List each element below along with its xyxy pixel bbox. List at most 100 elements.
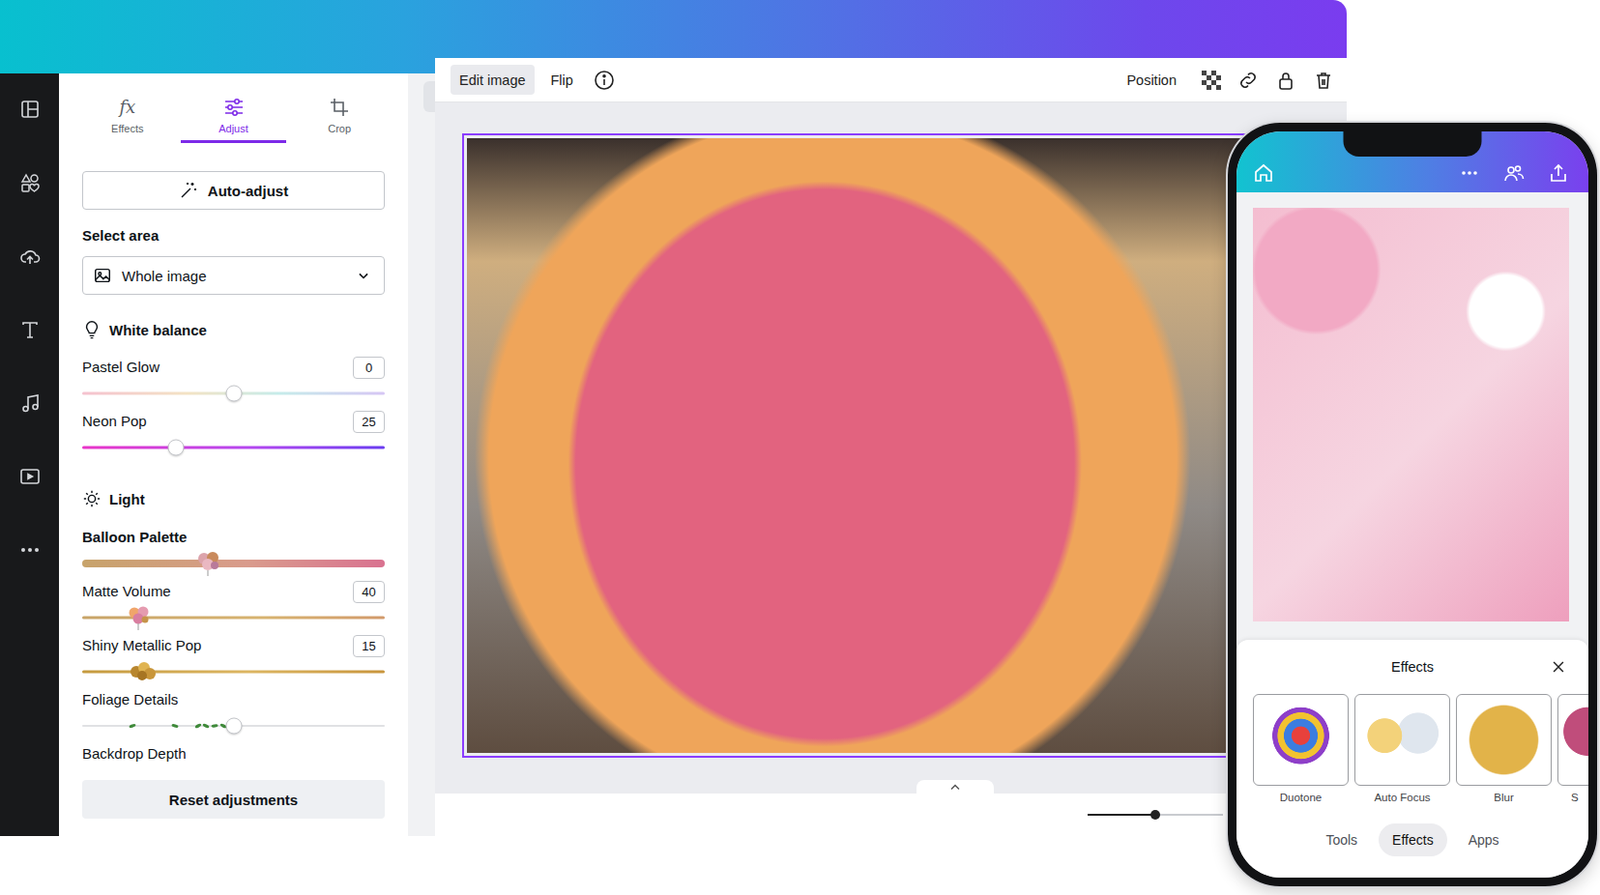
info-icon[interactable] xyxy=(593,69,615,91)
crop-icon[interactable] xyxy=(328,97,350,117)
phone-tab[interactable]: Effects xyxy=(1378,823,1448,857)
select-area-dropdown[interactable]: Whole image xyxy=(82,256,385,295)
slider-track[interactable] xyxy=(82,616,385,620)
slider[interactable] xyxy=(82,382,385,405)
position-button[interactable]: Position xyxy=(1117,64,1186,95)
control-label: Foliage Details xyxy=(82,690,178,710)
selected-photo[interactable] xyxy=(466,138,1246,754)
stage: fxEffectsAdjustCropAuto-adjustSelect are… xyxy=(0,0,1600,895)
upload-icon[interactable] xyxy=(19,245,41,267)
pages-handle[interactable] xyxy=(916,780,994,794)
adjust-control: Neon Pop 25 xyxy=(82,409,385,459)
slider[interactable] xyxy=(82,436,385,459)
control-label: Balloon Palette xyxy=(82,527,187,548)
slider[interactable] xyxy=(82,661,385,683)
adjust-panel: fxEffectsAdjustCrop Auto-adjust Select are… xyxy=(58,73,408,837)
effect-option[interactable]: Blur xyxy=(1455,694,1552,805)
rail-item[interactable] xyxy=(19,319,41,341)
slider-thumb[interactable] xyxy=(225,718,242,735)
control-label: Pastel Glow xyxy=(82,357,160,378)
adjust-control: Foliage Details xyxy=(82,688,385,737)
upload-share-icon[interactable] xyxy=(1547,162,1570,184)
adjust-section: White balance Pastel Glow 0 Neon Pop 25 xyxy=(82,319,385,459)
layout-icon[interactable] xyxy=(19,98,41,120)
slider-track[interactable] xyxy=(82,446,385,450)
control-label: Neon Pop xyxy=(82,411,147,432)
panel-tab[interactable]: Crop xyxy=(286,73,393,144)
slider[interactable] xyxy=(82,552,385,575)
balloon-cluster-icon[interactable] xyxy=(195,549,223,579)
value-box[interactable]: 0 xyxy=(352,356,385,379)
slider-track[interactable] xyxy=(82,559,385,568)
rail-item[interactable] xyxy=(19,539,41,561)
zoom-slider[interactable] xyxy=(1087,814,1223,816)
panel-tab[interactable]: fxEffects xyxy=(74,73,181,144)
select-area-label: Select area xyxy=(82,227,385,245)
editor-window: fxEffectsAdjustCrop Auto-adjust Select are… xyxy=(0,0,1347,837)
more-icon[interactable] xyxy=(1458,162,1481,184)
control-label: Shiny Metallic Pop xyxy=(82,636,202,656)
effects-title: Effects xyxy=(1391,657,1434,677)
control-label: Matte Volume xyxy=(82,581,172,602)
effect-option[interactable]: Auto Focus xyxy=(1354,694,1451,805)
video-icon[interactable] xyxy=(19,465,41,488)
chevron-up-icon[interactable] xyxy=(947,780,963,794)
toolbar-button[interactable]: Flip xyxy=(542,64,582,95)
music-icon[interactable] xyxy=(19,392,41,414)
effect-option[interactable]: Duotone xyxy=(1252,694,1349,805)
phone-photo[interactable] xyxy=(1252,207,1570,622)
gold-balloons-icon[interactable] xyxy=(128,659,158,685)
rail-item[interactable] xyxy=(19,465,41,488)
phone-tab[interactable]: Tools xyxy=(1311,823,1371,857)
trash-icon[interactable] xyxy=(1312,69,1335,91)
slider-thumb[interactable] xyxy=(168,439,185,457)
image-icon xyxy=(92,265,113,286)
bulb-icon xyxy=(82,319,102,341)
zoom-thumb[interactable] xyxy=(1150,810,1161,820)
close-icon[interactable] xyxy=(1549,658,1568,676)
adjust-control: Matte Volume 40 xyxy=(82,580,385,629)
effect-preview xyxy=(1459,698,1548,783)
slider-thumb[interactable] xyxy=(225,385,242,403)
text-tool-icon[interactable] xyxy=(19,319,41,341)
link-icon[interactable] xyxy=(1237,69,1259,91)
section-header: White balance xyxy=(82,319,385,341)
toolbar-button[interactable]: Edit image xyxy=(450,64,535,95)
reset-button[interactable]: Reset adjustments xyxy=(82,780,385,819)
effects-icon[interactable]: fx xyxy=(118,97,136,117)
more-icon[interactable] xyxy=(19,539,41,561)
lock-icon[interactable] xyxy=(1275,69,1297,91)
panel-divider xyxy=(407,73,436,837)
effects-sheet: EffectsDuotoneAuto FocusBlurSToolsEffect… xyxy=(1236,640,1589,878)
rail-item[interactable] xyxy=(19,245,41,267)
phone-notch xyxy=(1343,131,1483,157)
rail-item[interactable] xyxy=(19,172,41,194)
balloon-cluster-icon[interactable] xyxy=(126,604,152,632)
elements-icon[interactable] xyxy=(19,172,41,194)
adjust-control: Pastel Glow 0 xyxy=(82,355,385,405)
rail-item[interactable] xyxy=(19,98,41,120)
value-box[interactable]: 15 xyxy=(352,635,385,658)
transparency-icon[interactable] xyxy=(1201,70,1222,90)
adjust-control: Backdrop Depth xyxy=(82,742,385,766)
phone-tab[interactable]: Apps xyxy=(1454,823,1513,857)
effect-preview xyxy=(1256,698,1345,783)
toolbar: Edit imageFlip Position xyxy=(435,58,1347,103)
slider-track[interactable] xyxy=(82,670,385,674)
adjust-control: Balloon Palette xyxy=(82,525,385,575)
workspace: Edit imageFlip Position xyxy=(435,58,1347,837)
rail-item[interactable] xyxy=(19,392,41,414)
collapse-handle[interactable] xyxy=(423,81,436,113)
panel-tab[interactable]: Adjust xyxy=(180,73,288,144)
share-people-icon[interactable] xyxy=(1503,162,1525,184)
effect-option[interactable]: S xyxy=(1557,694,1589,805)
home-icon[interactable] xyxy=(1252,162,1275,184)
auto-adjust-button[interactable]: Auto-adjust xyxy=(82,171,385,210)
slider[interactable] xyxy=(82,715,385,737)
adjust-icon[interactable] xyxy=(223,97,245,117)
value-box[interactable]: 25 xyxy=(352,410,385,434)
value-box[interactable]: 40 xyxy=(352,581,385,604)
phone-tabs: ToolsEffectsApps xyxy=(1236,823,1589,857)
adjust-section: LightBalloon PaletteMatte Volume40Shiny … xyxy=(82,488,385,766)
slider[interactable] xyxy=(82,607,385,629)
